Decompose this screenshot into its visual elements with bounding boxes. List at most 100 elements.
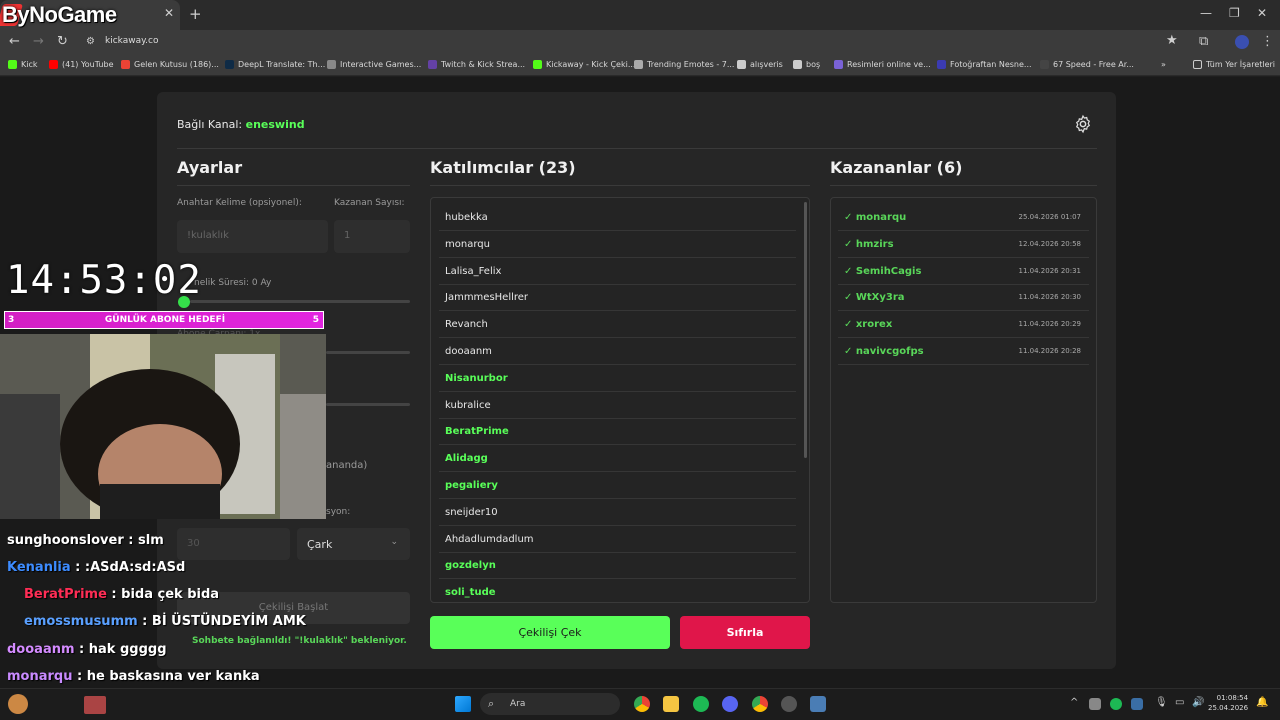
close-tab-icon[interactable]: ✕ <box>164 6 174 20</box>
bookmark-item[interactable]: Interactive Games... <box>327 60 421 69</box>
discord-tray-icon[interactable] <box>1089 698 1101 710</box>
stream-clock: 14:53:02 <box>6 258 202 303</box>
mode-select[interactable]: Çark ⌄ <box>297 528 410 560</box>
bookmark-label: Interactive Games... <box>340 60 422 69</box>
keyword-input[interactable]: !kulaklık <box>177 220 328 253</box>
start-menu-icon[interactable] <box>455 696 471 712</box>
file-explorer-icon[interactable] <box>663 696 679 712</box>
back-icon[interactable]: ← <box>9 34 20 49</box>
chat-message: Kenanlia : :ASdA:sd:ASd <box>7 560 185 575</box>
reload-icon[interactable]: ↻ <box>57 34 68 49</box>
bookmarks-overflow-icon[interactable]: » <box>1161 60 1166 69</box>
bookmark-item[interactable]: alışveris <box>737 60 783 69</box>
bookmark-item[interactable]: Gelen Kutusu (186)... <box>121 60 219 69</box>
winners-title: Kazananlar (6) <box>830 158 963 177</box>
settings-gear-icon[interactable] <box>1073 114 1093 134</box>
winner-name: ✓ SemihCagis <box>844 265 922 277</box>
participant-row: dooaanm <box>439 338 796 365</box>
menu-icon[interactable]: ⋮ <box>1261 34 1274 49</box>
tab-title: ByNoGame <box>2 2 117 27</box>
network-icon[interactable]: ▭ <box>1175 697 1184 708</box>
chat-message: dooaanm : hak ggggg <box>7 642 167 657</box>
bookmark-item[interactable]: Trending Emotes - 7... <box>634 60 734 69</box>
taskbar-search[interactable]: Ara <box>480 693 620 715</box>
bookmark-item[interactable]: Twitch & Kick Strea... <box>428 60 525 69</box>
obs-icon[interactable] <box>781 696 797 712</box>
bookmark-star-icon[interactable]: ★ <box>1166 33 1178 48</box>
sub-duration-label: nelik Süresi: 0 Ay <box>194 278 272 288</box>
minimize-icon[interactable]: — <box>1200 6 1212 20</box>
steam-tray-icon[interactable] <box>1131 698 1143 710</box>
chat-message: sunghoonslover : slm <box>7 533 164 548</box>
winner-row: ✓ hmzirs 12.04.2026 20:58 <box>838 231 1089 258</box>
discord-icon[interactable] <box>722 696 738 712</box>
draw-winner-button[interactable]: Çekilişi Çek <box>430 616 670 649</box>
winner-row: ✓ WtXy3ra 11.04.2026 20:30 <box>838 284 1089 312</box>
bookmark-item[interactable]: Kick <box>8 60 38 69</box>
notification-icon[interactable]: 🔔 <box>1256 697 1268 708</box>
channel-label: Bağlı Kanal: <box>177 118 243 131</box>
duration-input[interactable]: 30 <box>177 528 290 560</box>
channel-name: eneswind <box>245 118 305 131</box>
winner-count-input[interactable]: 1 <box>334 220 410 253</box>
bookmark-item[interactable]: Resimleri online ve... <box>834 60 931 69</box>
bookmark-item[interactable]: DeepL Translate: Th... <box>225 60 325 69</box>
sub-duration-slider[interactable] <box>190 300 410 303</box>
microphone-icon[interactable]: 🎙 <box>1155 697 1168 708</box>
reset-button[interactable]: Sıfırla <box>680 616 810 649</box>
bookmark-icon <box>8 60 17 69</box>
participant-row: pegaliery <box>439 472 796 499</box>
chat-text: : he baskasına ver kanka <box>72 669 260 684</box>
close-window-icon[interactable]: ✕ <box>1257 6 1267 20</box>
bookmark-icon <box>834 60 843 69</box>
app-icon[interactable] <box>810 696 826 712</box>
site-info-icon[interactable]: ⚙ <box>86 36 95 47</box>
goal-target: 5 <box>312 315 319 325</box>
new-tab-icon[interactable]: + <box>189 5 202 23</box>
chat-message: monarqu : he baskasına ver kanka <box>7 669 260 684</box>
spotify-icon[interactable] <box>693 696 709 712</box>
profile-avatar[interactable] <box>1235 35 1249 49</box>
participant-row: BeratPrime <box>439 418 796 446</box>
tray-expand-icon[interactable]: ^ <box>1070 697 1078 708</box>
winner-name: ✓ monarqu <box>844 212 907 223</box>
taskbar-clock[interactable]: 01:08:54 25.04.2026 <box>1208 693 1248 713</box>
extensions-icon[interactable]: ⧉ <box>1199 34 1208 49</box>
participant-row: monarqu <box>439 231 796 258</box>
webcam-feed <box>0 334 326 519</box>
all-bookmarks[interactable]: Tüm Yer İşaretleri <box>1193 60 1275 69</box>
chrome-icon[interactable] <box>634 696 650 712</box>
chat-message: emossmusumm : Bİ ÜSTÜNDEYİM AMK <box>24 614 306 629</box>
spotify-tray-icon[interactable] <box>1110 698 1122 710</box>
bookmark-icon <box>327 60 336 69</box>
status-message: Sohbete bağlanıldı! "!kulaklık" bekleniy… <box>192 636 407 646</box>
bookmark-label: Gelen Kutusu (186)... <box>134 60 219 69</box>
chat-username: BeratPrime <box>24 587 107 602</box>
third-slider[interactable] <box>326 403 410 406</box>
bookmark-item[interactable]: Kickaway - Kick Çeki... <box>533 60 635 69</box>
participants-list[interactable]: hubekka monarqu Lalisa_Felix JammmesHellrer… <box>430 197 810 603</box>
bookmark-label: Trending Emotes - 7... <box>647 60 735 69</box>
sub-goal-bar: 3 GÜNLÜK ABONE HEDEFİ 5 <box>4 311 324 329</box>
participant-row: hubekka <box>439 204 796 231</box>
taskbar-thumbnail[interactable] <box>84 696 106 714</box>
taskbar-time: 01:08:54 <box>1216 694 1249 702</box>
bookmark-item[interactable]: (41) YouTube <box>49 60 114 69</box>
forward-icon[interactable]: → <box>33 34 44 49</box>
bookmark-label: alışveris <box>750 60 783 69</box>
bookmark-icon <box>737 60 746 69</box>
volume-icon[interactable]: 🔊 <box>1192 697 1204 708</box>
chrome-active-icon[interactable] <box>752 696 768 712</box>
restore-icon[interactable]: ❐ <box>1229 6 1240 20</box>
multiplier-slider[interactable] <box>326 351 410 354</box>
bookmark-item[interactable]: boş <box>793 60 820 69</box>
bookmark-item[interactable]: 67 Speed - Free Ar... <box>1040 60 1134 69</box>
navigation-bar <box>0 30 1280 56</box>
chat-username: Kenanlia <box>7 560 71 575</box>
weather-icon[interactable] <box>8 694 28 714</box>
winner-name: ✓ WtXy3ra <box>844 292 905 304</box>
bookmark-item[interactable]: Fotoğraftan Nesne... <box>937 60 1032 69</box>
participants-scrollbar[interactable] <box>804 202 807 458</box>
address-bar[interactable]: kickaway.co <box>105 36 158 46</box>
chevron-down-icon: ⌄ <box>390 537 398 547</box>
